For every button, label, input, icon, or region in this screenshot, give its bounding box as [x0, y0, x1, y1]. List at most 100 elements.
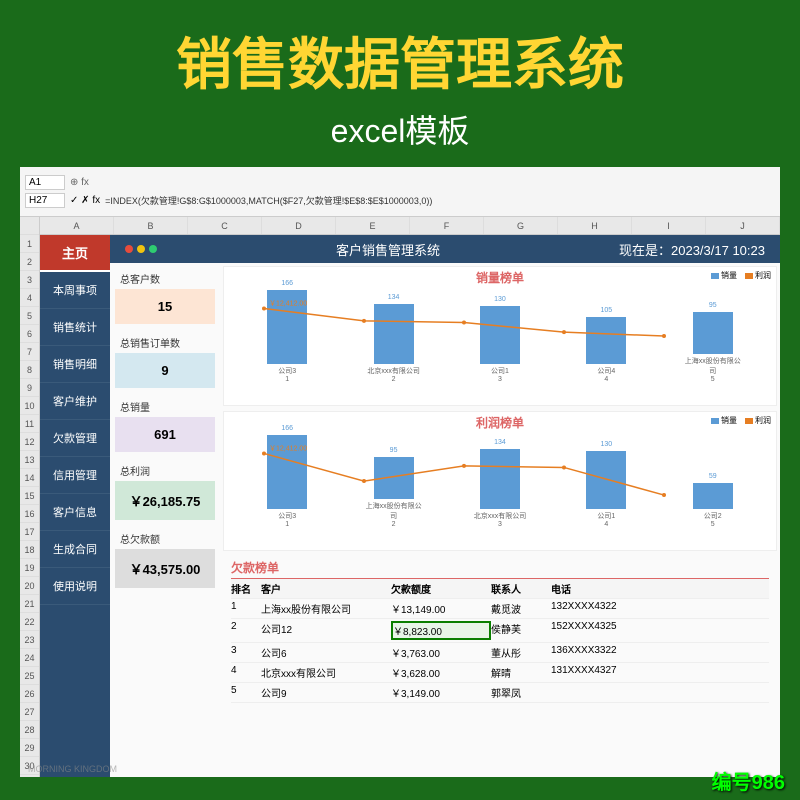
bar-value-label: 130: [494, 296, 506, 303]
row-header[interactable]: 26: [20, 685, 39, 703]
debt-cell[interactable]: ￥3,149.00: [391, 685, 491, 700]
row-header[interactable]: 17: [20, 523, 39, 541]
col-header[interactable]: I: [632, 217, 706, 234]
bar: [693, 312, 733, 354]
debt-cell[interactable]: 公司9: [261, 685, 391, 700]
sidebar-item[interactable]: 信用管理: [40, 457, 110, 494]
debt-cell[interactable]: ￥8,823.00: [391, 621, 491, 640]
row-header[interactable]: 15: [20, 487, 39, 505]
sidebar-item[interactable]: 使用说明: [40, 568, 110, 605]
debt-cell[interactable]: 北京xxx有限公司: [261, 665, 391, 680]
bar: [374, 304, 414, 364]
debt-row[interactable]: 2公司12￥8,823.00侯静芙152XXXX4325: [231, 619, 769, 643]
row-header[interactable]: 21: [20, 595, 39, 613]
stat-label: 总客户数: [115, 268, 215, 289]
row-header[interactable]: 7: [20, 343, 39, 361]
debt-row[interactable]: 3公司6￥3,763.00董从彤136XXXX3322: [231, 643, 769, 663]
row-header[interactable]: 31: [20, 775, 39, 777]
debt-cell[interactable]: 戴觅波: [491, 601, 551, 616]
row-header[interactable]: 8: [20, 361, 39, 379]
debt-cell[interactable]: ￥3,763.00: [391, 645, 491, 660]
legend-label: 利润: [755, 270, 771, 281]
sidebar-item[interactable]: 本周事项: [40, 272, 110, 309]
row-header[interactable]: 20: [20, 577, 39, 595]
row-header[interactable]: 3: [20, 271, 39, 289]
row-header[interactable]: 4: [20, 289, 39, 307]
name-box-2[interactable]: H27: [25, 193, 65, 208]
row-header[interactable]: 9: [20, 379, 39, 397]
debt-row[interactable]: 1上海xx股份有限公司￥13,149.00戴觅波132XXXX4322: [231, 599, 769, 619]
stat-label: 总销量: [115, 396, 215, 417]
debt-cell[interactable]: 5: [231, 685, 261, 700]
col-header[interactable]: J: [706, 217, 780, 234]
sidebar-home[interactable]: 主页: [40, 235, 110, 272]
debt-cell[interactable]: 2: [231, 621, 261, 640]
debt-row[interactable]: 4北京xxx有限公司￥3,628.00解晴131XXXX4327: [231, 663, 769, 683]
debt-cell[interactable]: 4: [231, 665, 261, 680]
sidebar-item[interactable]: 销售统计: [40, 309, 110, 346]
row-header[interactable]: 22: [20, 613, 39, 631]
row-header[interactable]: 10: [20, 397, 39, 415]
sidebar-item[interactable]: 客户维护: [40, 383, 110, 420]
debt-cell[interactable]: 1: [231, 601, 261, 616]
sidebar-item[interactable]: 生成合同: [40, 531, 110, 568]
row-header[interactable]: 6: [20, 325, 39, 343]
col-headers[interactable]: ABCDEFGHIJ: [40, 217, 780, 235]
row-header[interactable]: 5: [20, 307, 39, 325]
debt-cell[interactable]: 公司6: [261, 645, 391, 660]
row-header[interactable]: 25: [20, 667, 39, 685]
fx-icon[interactable]: ⊕ fx: [70, 177, 89, 188]
sales-chart: 销量榜单 销量 利润 166公司31134北京xxx有限公司2130公司1310…: [223, 266, 777, 406]
debt-cell[interactable]: 136XXXX3322: [551, 645, 769, 660]
debt-cell[interactable]: 3: [231, 645, 261, 660]
sidebar-item[interactable]: 客户信息: [40, 494, 110, 531]
debt-cell[interactable]: 解晴: [491, 665, 551, 680]
debt-cell[interactable]: 公司12: [261, 621, 391, 640]
row-header[interactable]: 19: [20, 559, 39, 577]
debt-cell[interactable]: 上海xx股份有限公司: [261, 601, 391, 616]
row-header[interactable]: 28: [20, 721, 39, 739]
debt-cell[interactable]: [551, 685, 769, 700]
row-header[interactable]: 11: [20, 415, 39, 433]
col-header[interactable]: E: [336, 217, 410, 234]
debt-cell[interactable]: 董从彤: [491, 645, 551, 660]
col-header[interactable]: G: [484, 217, 558, 234]
row-header[interactable]: 13: [20, 451, 39, 469]
col-header[interactable]: A: [40, 217, 114, 234]
name-box-1[interactable]: A1: [25, 175, 65, 190]
row-header[interactable]: 16: [20, 505, 39, 523]
row-header[interactable]: 2: [20, 253, 39, 271]
debt-row[interactable]: 5公司9￥3,149.00郭翠凤: [231, 683, 769, 703]
debt-cell[interactable]: 132XXXX4322: [551, 601, 769, 616]
row-header[interactable]: 27: [20, 703, 39, 721]
row-header[interactable]: 14: [20, 469, 39, 487]
col-header[interactable]: B: [114, 217, 188, 234]
row-headers[interactable]: 1234567891011121314151617181920212223242…: [20, 217, 40, 777]
row-header[interactable]: 1: [20, 235, 39, 253]
debt-cell[interactable]: ￥13,149.00: [391, 601, 491, 616]
formula-input[interactable]: =INDEX(欠款管理!G$8:G$1000003,MATCH($F27,欠款管…: [105, 194, 775, 207]
debt-cell[interactable]: 152XXXX4325: [551, 621, 769, 640]
col-header[interactable]: D: [262, 217, 336, 234]
col-header[interactable]: H: [558, 217, 632, 234]
row-header[interactable]: 29: [20, 739, 39, 757]
legend-box-icon: [711, 418, 719, 424]
sidebar-item[interactable]: 欠款管理: [40, 420, 110, 457]
row-header[interactable]: 18: [20, 541, 39, 559]
row-header[interactable]: 12: [20, 433, 39, 451]
col-header[interactable]: C: [188, 217, 262, 234]
row-header[interactable]: 24: [20, 649, 39, 667]
bar-value-label: 134: [494, 439, 506, 446]
col-header[interactable]: F: [410, 217, 484, 234]
bar-group: 130公司14: [576, 451, 636, 528]
debt-cell[interactable]: 131XXXX4327: [551, 665, 769, 680]
debt-cell[interactable]: ￥3,628.00: [391, 665, 491, 680]
row-header[interactable]: 23: [20, 631, 39, 649]
debt-cell[interactable]: 郭翠凤: [491, 685, 551, 700]
bar: [586, 317, 626, 364]
charts-column: 销量榜单 销量 利润 166公司31134北京xxx有限公司2130公司1310…: [220, 263, 780, 743]
sidebar-item[interactable]: 销售明细: [40, 346, 110, 383]
debt-cell[interactable]: 侯静芙: [491, 621, 551, 640]
bar-category: 公司14: [576, 511, 636, 528]
circle-green: [149, 245, 157, 253]
